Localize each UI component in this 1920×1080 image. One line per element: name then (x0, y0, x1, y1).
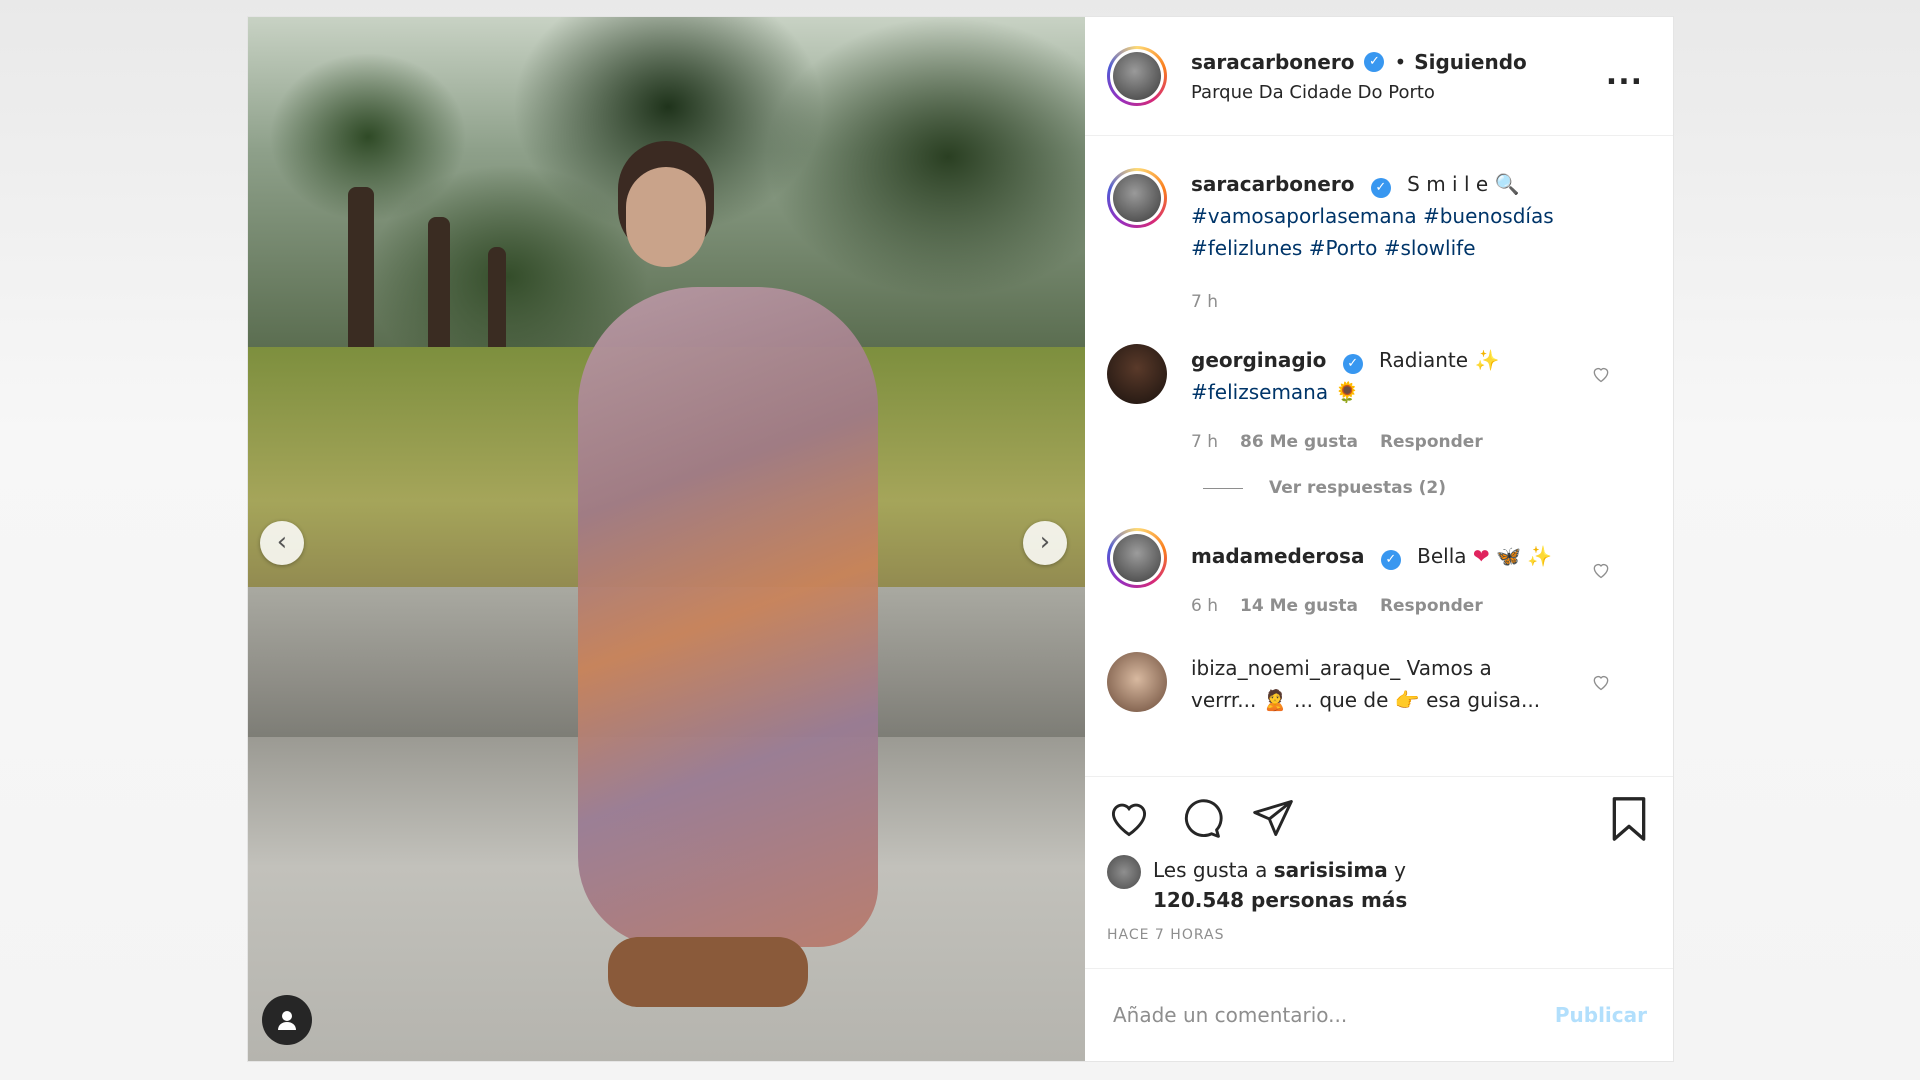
comment-text: Vamos a (1406, 656, 1492, 680)
add-comment-bar: Publicar (1085, 968, 1673, 1061)
comment-text: ... que de (1293, 688, 1389, 712)
caption-meta: 7 h (1191, 286, 1591, 318)
comment-likes[interactable]: 86 Me gusta (1240, 426, 1358, 458)
comments-list[interactable]: saracarbonero ✓ S m i l e 🔍 #vamosaporla… (1085, 136, 1673, 776)
caption-time[interactable]: 7 h (1191, 286, 1218, 318)
tagged-users-button[interactable] (262, 995, 312, 1045)
replies-divider (1203, 487, 1243, 489)
next-photo-button[interactable]: › (1023, 521, 1067, 565)
share-send-icon[interactable] (1251, 796, 1295, 840)
person-emoji-icon: 🙎 (1262, 688, 1288, 712)
comment-item: madamederosa ✓ Bella ❤ 🦋 ✨ 6 h 14 Me gus… (1107, 528, 1651, 622)
like-heart-icon[interactable] (1107, 796, 1151, 840)
separator-dot: • (1394, 49, 1407, 74)
likes-conj: y (1394, 858, 1406, 882)
verified-badge-icon: ✓ (1364, 51, 1385, 72)
chevron-right-icon: › (1039, 527, 1051, 557)
like-comment-heart-icon[interactable] (1591, 560, 1611, 580)
save-bookmark-icon[interactable] (1607, 795, 1651, 843)
publish-button[interactable]: Publicar (1555, 1003, 1647, 1027)
header-text: saracarbonero ✓ • Siguiendo Parque Da Ci… (1191, 50, 1527, 103)
sunflower-emoji-icon: 🌻 (1334, 380, 1360, 404)
caption-hashtags[interactable]: #vamosaporlasemana #buenosdías (1191, 204, 1554, 228)
like-comment-heart-icon[interactable] (1591, 364, 1611, 384)
post-photo[interactable]: ‹ › (248, 17, 1085, 1061)
sparkle-emoji-icon: ✨ (1527, 544, 1553, 568)
liker-username[interactable]: sarisisima (1274, 858, 1388, 882)
commenter-avatar[interactable] (1107, 344, 1167, 404)
comment-text: Bella (1417, 544, 1467, 568)
reply-button[interactable]: Responder (1380, 426, 1483, 458)
comment-text: Radiante (1379, 348, 1469, 372)
comment-likes[interactable]: 14 Me gusta (1240, 590, 1358, 622)
chevron-left-icon: ‹ (276, 527, 288, 557)
caption-username[interactable]: saracarbonero (1191, 172, 1354, 196)
caption-hashtags[interactable]: #felizlunes #Porto #slowlife (1191, 236, 1476, 260)
magnifier-emoji-icon: 🔍 (1494, 172, 1520, 196)
sparkle-emoji-icon: ✨ (1474, 348, 1500, 372)
verified-badge-icon: ✓ (1380, 550, 1401, 570)
comment-body: madamederosa ✓ Bella ❤ 🦋 ✨ 6 h 14 Me gus… (1191, 528, 1591, 622)
comment-input[interactable] (1111, 1002, 1495, 1028)
comment-meta: 7 h 86 Me gusta Responder (1191, 426, 1591, 458)
following-button[interactable]: Siguiendo (1414, 50, 1527, 74)
post-side-panel: saracarbonero ✓ • Siguiendo Parque Da Ci… (1085, 17, 1673, 1061)
comment-item: ibiza_noemi_araque_ Vamos a verrr... 🙎 .… (1107, 652, 1651, 716)
butterfly-emoji-icon: 🦋 (1496, 544, 1521, 568)
author-avatar[interactable] (1107, 46, 1167, 106)
commenter-avatar[interactable] (1107, 652, 1167, 712)
like-comment-heart-icon[interactable] (1591, 672, 1611, 692)
comment-meta: 6 h 14 Me gusta Responder (1191, 590, 1591, 622)
post-time-ago[interactable]: HACE 7 HORAS (1107, 927, 1651, 943)
comment-text: verrr... (1191, 688, 1257, 712)
commenter-username[interactable]: madamederosa (1191, 544, 1364, 568)
instagram-post-modal: ‹ › saracarbonero ✓ • Siguiendo Parque D… (248, 17, 1673, 1061)
reply-button[interactable]: Responder (1380, 590, 1483, 622)
comment-body: ibiza_noemi_araque_ Vamos a verrr... 🙎 .… (1191, 652, 1591, 716)
view-replies-label: Ver respuestas (2) (1269, 478, 1447, 498)
likes-prefix: Les gusta a (1153, 858, 1268, 882)
photo-shoes (608, 937, 808, 1007)
comment-time[interactable]: 7 h (1191, 426, 1218, 458)
comment-text: esa guisa... (1426, 688, 1541, 712)
post-header: saracarbonero ✓ • Siguiendo Parque Da Ci… (1085, 17, 1673, 136)
comment-item: georginagio ✓ Radiante ✨ #felizsemana 🌻 … (1107, 344, 1651, 458)
caption-text: S m i l e (1407, 172, 1489, 196)
likes-count[interactable]: 120.548 personas más (1153, 888, 1407, 912)
caption: saracarbonero ✓ S m i l e 🔍 #vamosaporla… (1107, 168, 1651, 318)
photo-head (626, 167, 706, 267)
commenter-avatar[interactable] (1107, 528, 1167, 588)
action-icons (1107, 793, 1651, 843)
likes-summary: Les gusta a sarisisima y 120.548 persona… (1107, 855, 1651, 915)
verified-badge-icon: ✓ (1342, 354, 1363, 374)
comment-bubble-icon[interactable] (1179, 796, 1223, 840)
pointing-emoji-icon: 👉 (1394, 688, 1420, 712)
comment-hashtag[interactable]: #felizsemana (1191, 380, 1328, 404)
likes-text: Les gusta a sarisisima y 120.548 persona… (1153, 855, 1407, 915)
verified-badge-icon: ✓ (1370, 178, 1391, 198)
caption-body: saracarbonero ✓ S m i l e 🔍 #vamosaporla… (1191, 168, 1591, 318)
caption-avatar[interactable] (1107, 168, 1167, 228)
previous-photo-button[interactable]: ‹ (260, 521, 304, 565)
comment-body: georginagio ✓ Radiante ✨ #felizsemana 🌻 … (1191, 344, 1591, 458)
post-location[interactable]: Parque Da Cidade Do Porto (1191, 82, 1527, 103)
user-icon (278, 1011, 296, 1030)
red-heart-emoji-icon: ❤ (1472, 544, 1490, 568)
post-actions: Les gusta a sarisisima y 120.548 persona… (1085, 776, 1673, 968)
view-replies-button[interactable]: Ver respuestas (2) (1203, 478, 1651, 498)
commenter-username[interactable]: ibiza_noemi_araque_ (1191, 656, 1400, 680)
liker-avatar[interactable] (1107, 855, 1141, 889)
comment-time[interactable]: 6 h (1191, 590, 1218, 622)
header-row: saracarbonero ✓ • Siguiendo (1191, 50, 1527, 74)
author-username[interactable]: saracarbonero (1191, 50, 1354, 74)
commenter-username[interactable]: georginagio (1191, 348, 1326, 372)
more-options-icon[interactable]: ... (1606, 57, 1643, 92)
photo-dress (578, 287, 878, 947)
